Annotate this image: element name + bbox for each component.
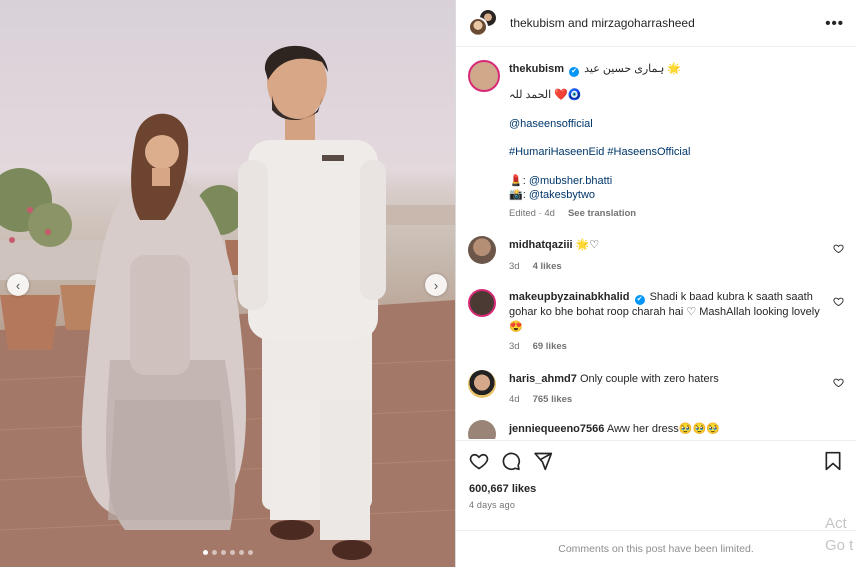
like-heart-icon[interactable]	[469, 451, 489, 471]
comment-username[interactable]: haris_ahmd7	[509, 373, 577, 385]
post-authors[interactable]: thekubism and mirzagoharrasheed	[510, 16, 825, 30]
comment-time: 4d	[509, 394, 520, 405]
post-header: thekubism and mirzagoharrasheed •••	[456, 0, 856, 47]
like-comment-heart-icon[interactable]	[833, 296, 844, 307]
chevron-right-icon: ›	[433, 277, 439, 293]
caption-credit: 📸: @takesbytwo	[509, 188, 822, 203]
see-translation-link[interactable]: See translation	[568, 208, 636, 219]
mention-link[interactable]: @takesbytwo	[529, 189, 595, 201]
more-options-icon[interactable]: •••	[825, 15, 844, 32]
lipstick-emoji: 💄:	[509, 174, 529, 187]
caption-username[interactable]: thekubism	[509, 63, 564, 75]
comment-item: makeupbyzainabkhalid ✔ Shadi k baad kubr…	[468, 289, 844, 355]
post-actions	[456, 440, 856, 480]
comment-likes[interactable]: 69 likes	[533, 341, 567, 352]
carousel-indicator	[203, 550, 253, 555]
comment-text: Only couple with zero haters	[579, 372, 719, 385]
mention-link[interactable]: @mubsher.bhatti	[529, 175, 612, 187]
carousel-dot	[230, 550, 235, 555]
carousel-dot	[248, 550, 253, 555]
comment-icon[interactable]	[501, 451, 521, 471]
carousel-dot	[221, 550, 226, 555]
avatar[interactable]	[468, 236, 496, 264]
carousel-dot	[203, 550, 208, 555]
comment-username[interactable]: jenniequeeno7566	[509, 423, 604, 435]
post-details-panel: thekubism and mirzagoharrasheed ••• thek…	[455, 0, 856, 567]
hashtag-link[interactable]: #HumariHaseenEid #HaseensOfficial	[509, 145, 822, 160]
like-count[interactable]: 600,667 likes	[469, 483, 536, 495]
edited-time: Edited · 4d	[509, 207, 555, 219]
avatar[interactable]	[468, 369, 496, 398]
carousel-dot	[212, 550, 217, 555]
comment-text: Aww her dress🥹🥹🥹	[606, 422, 720, 435]
save-bookmark-icon[interactable]	[824, 451, 842, 471]
camera-emoji: 📸:	[509, 189, 529, 201]
carousel-next-button[interactable]: ›	[425, 274, 447, 296]
comment-likes[interactable]: 4 likes	[533, 261, 562, 272]
caption-line: الحمد للہ ❤️🧿	[509, 89, 582, 101]
couple-photo-illustration	[0, 45, 455, 567]
caption-meta: Edited · 4d See translation	[509, 207, 822, 222]
like-comment-heart-icon[interactable]	[833, 377, 844, 388]
comment-item: midhatqaziii 🌟♡ 3d 4 likes	[468, 236, 844, 274]
verified-badge-icon: ✔	[634, 295, 645, 305]
share-icon[interactable]	[533, 451, 553, 471]
comment-likes[interactable]: 765 likes	[533, 394, 573, 405]
avatar[interactable]	[468, 289, 496, 317]
post-time: 4 days ago	[469, 500, 516, 510]
watermark-line: Act	[825, 515, 847, 532]
avatar	[468, 17, 488, 37]
carousel-dot	[239, 550, 244, 555]
comment-item: haris_ahmd7 Only couple with zero haters…	[468, 369, 844, 408]
carousel-prev-button[interactable]: ‹	[7, 274, 29, 296]
watermark-line: Go t	[825, 537, 854, 554]
comment-username[interactable]: makeupbyzainabkhalid	[509, 291, 629, 303]
comments-list[interactable]: thekubism ✔ ہماری حسین عید 🌟 الحمد للہ ❤…	[456, 48, 856, 439]
comment-time: 3d	[509, 260, 520, 272]
comment-text: 🌟♡	[575, 239, 600, 251]
caption-credit: 💄: @mubsher.bhatti	[509, 174, 822, 189]
comments-limited-notice: Comments on this post have been limited.	[456, 530, 856, 567]
comment-username[interactable]: midhatqaziii	[509, 239, 573, 251]
like-comment-heart-icon[interactable]	[833, 243, 844, 254]
chevron-left-icon: ‹	[15, 277, 21, 293]
caption-line: ہماری حسین عید 🌟	[584, 63, 682, 75]
post-photo[interactable]: ‹ ›	[0, 0, 455, 567]
avatar[interactable]	[468, 419, 496, 439]
caption: thekubism ✔ ہماری حسین عید 🌟 الحمد للہ ❤…	[468, 60, 844, 221]
activate-windows-watermark: Act Go t	[825, 513, 853, 557]
avatar[interactable]	[468, 60, 500, 92]
comment-item: jenniequeeno7566 Aww her dress🥹🥹🥹	[468, 419, 844, 439]
collab-avatars[interactable]	[468, 8, 498, 38]
mention-link[interactable]: @haseensofficial	[509, 117, 822, 132]
verified-badge-icon: ✔	[569, 67, 580, 77]
comment-time: 3d	[509, 341, 520, 352]
